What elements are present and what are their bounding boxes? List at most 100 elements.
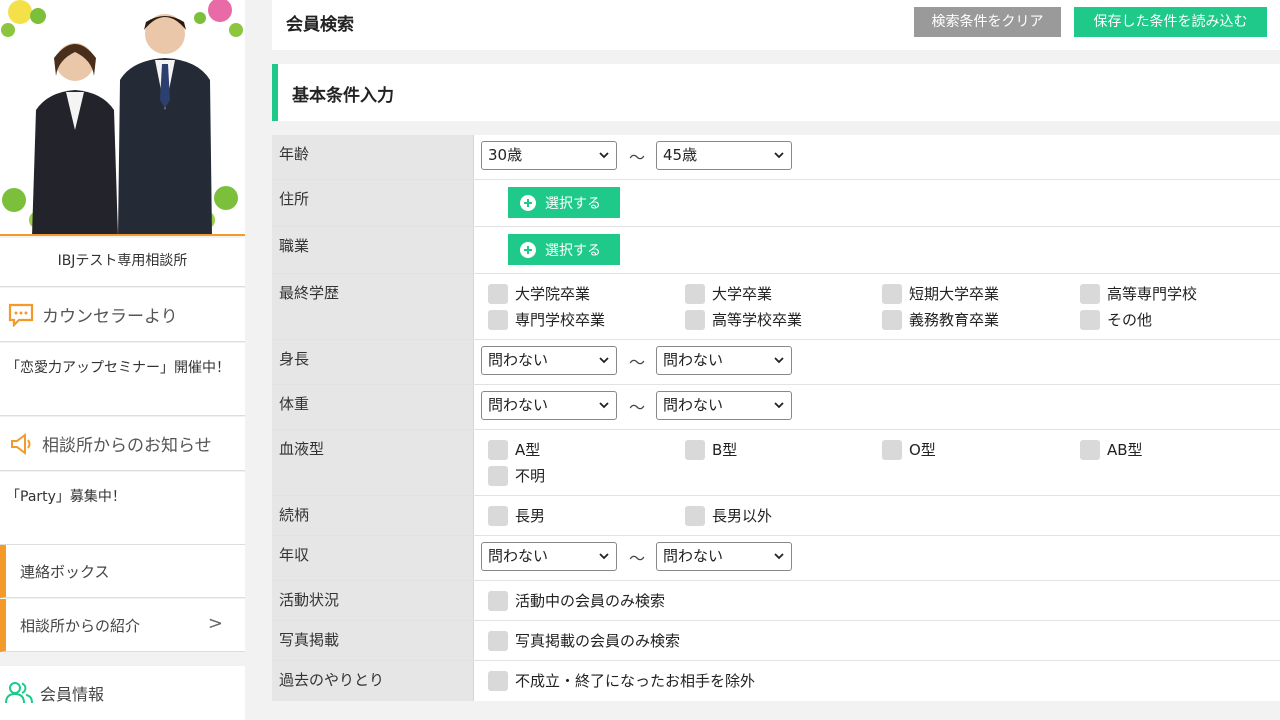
education-option[interactable]: 短期大学卒業 <box>882 283 999 304</box>
blood-type-option[interactable]: A型 <box>488 439 540 460</box>
page-header: 会員検索 検索条件をクリア 保存した条件を読み込む <box>272 0 1280 50</box>
history-row: 過去のやりとり 不成立・終了になったお相手を除外 <box>272 661 1280 701</box>
select-value: 問わない <box>663 547 724 565</box>
age-to-select[interactable]: 45歳 <box>656 141 792 170</box>
checkbox-label: AB型 <box>1107 441 1143 459</box>
education-option[interactable]: 義務教育卒業 <box>882 309 999 330</box>
age-from-select[interactable]: 30歳 <box>481 141 617 170</box>
sibling-option[interactable]: 長男 <box>488 505 545 526</box>
education-option[interactable]: その他 <box>1080 309 1152 330</box>
checkbox-label: 高等学校卒業 <box>712 311 803 329</box>
activity-row: 活動状況 活動中の会員のみ検索 <box>272 581 1280 621</box>
chevron-down-icon <box>774 152 784 159</box>
checkbox[interactable] <box>685 505 705 526</box>
office-name: IBJテスト専用相談所 <box>0 238 245 287</box>
checkbox[interactable] <box>488 505 508 526</box>
checkbox-label: その他 <box>1107 311 1153 329</box>
height-to-select[interactable]: 問わない <box>656 346 792 375</box>
counselor-header-label: カウンセラーより <box>42 307 178 327</box>
occupation-select-button[interactable]: 選択する <box>508 234 620 265</box>
checkbox[interactable] <box>488 439 508 460</box>
field-label: 続柄 <box>272 496 474 535</box>
education-option[interactable]: 大学院卒業 <box>488 283 590 304</box>
weight-from-select[interactable]: 問わない <box>481 391 617 420</box>
blood-type-option[interactable]: AB型 <box>1080 439 1143 460</box>
clear-conditions-button[interactable]: 検索条件をクリア <box>914 7 1061 37</box>
education-option[interactable]: 専門学校卒業 <box>488 309 605 330</box>
sidebar-item-member-info[interactable]: 会員情報 <box>0 666 245 720</box>
checkbox[interactable] <box>882 439 902 460</box>
height-from-select[interactable]: 問わない <box>481 346 617 375</box>
checkbox[interactable] <box>882 309 902 330</box>
checkbox[interactable] <box>488 465 508 486</box>
checkbox-label: O型 <box>909 441 936 459</box>
chevron-right-icon: > <box>207 613 223 634</box>
counselor-message[interactable]: 「恋愛力アップセミナー」開催中！ <box>0 343 245 416</box>
blood-type-option[interactable]: B型 <box>685 439 737 460</box>
section-header: 基本条件入力 <box>272 64 1280 121</box>
load-saved-conditions-button[interactable]: 保存した条件を読み込む <box>1074 7 1267 37</box>
checkbox[interactable] <box>488 283 508 304</box>
field-label: 血液型 <box>272 430 474 495</box>
checkbox-label: A型 <box>515 441 541 459</box>
range-separator: 〜 <box>629 353 646 372</box>
checkbox[interactable] <box>488 309 508 330</box>
checkbox[interactable] <box>488 630 508 651</box>
weight-to-select[interactable]: 問わない <box>656 391 792 420</box>
exclude-ended-option[interactable]: 不成立・終了になったお相手を除外 <box>488 670 755 691</box>
checkbox[interactable] <box>1080 439 1100 460</box>
checkbox[interactable] <box>882 283 902 304</box>
notice-header-label: 相談所からのお知らせ <box>42 436 212 456</box>
checkbox-label: 不明 <box>515 467 546 485</box>
age-row: 年齢 30歳 〜 45歳 <box>272 135 1280 180</box>
checkbox[interactable] <box>685 309 705 330</box>
blood-type-option[interactable]: O型 <box>882 439 936 460</box>
chevron-down-icon <box>599 402 609 409</box>
checkbox[interactable] <box>685 439 705 460</box>
sidebar-item-contact-box[interactable]: 連絡ボックス <box>0 545 245 598</box>
checkbox-label: 不成立・終了になったお相手を除外 <box>515 672 756 690</box>
income-to-select[interactable]: 問わない <box>656 542 792 571</box>
notice-message[interactable]: 「Party」募集中！ <box>0 472 245 545</box>
checkbox[interactable] <box>685 283 705 304</box>
field-label: 最終学歴 <box>272 274 474 339</box>
sibling-option[interactable]: 長男以外 <box>685 505 772 526</box>
field-label: 年齢 <box>272 135 474 179</box>
blood-type-option[interactable]: 不明 <box>488 465 545 486</box>
income-from-select[interactable]: 問わない <box>481 542 617 571</box>
chevron-down-icon <box>774 357 784 364</box>
range-separator: 〜 <box>629 398 646 417</box>
occupation-row: 職業 選択する <box>272 227 1280 274</box>
height-row: 身長 問わない 〜 問わない <box>272 340 1280 385</box>
checkbox[interactable] <box>488 670 508 691</box>
chevron-down-icon <box>599 152 609 159</box>
checkbox[interactable] <box>488 590 508 611</box>
address-row: 住所 選択する <box>272 180 1280 227</box>
education-row: 最終学歴 大学院卒業 大学卒業 短期大学卒業 高等専門学校 専門学校卒業 高等学… <box>272 274 1280 340</box>
button-label: 選択する <box>545 195 601 212</box>
photo-members-only-option[interactable]: 写真掲載の会員のみ検索 <box>488 630 680 651</box>
select-value: 問わない <box>663 351 724 369</box>
education-option[interactable]: 高等学校卒業 <box>685 309 802 330</box>
select-value: 問わない <box>488 351 549 369</box>
plus-circle-icon <box>520 194 536 211</box>
education-option[interactable]: 高等専門学校 <box>1080 283 1197 304</box>
member-info-label: 会員情報 <box>40 685 105 704</box>
education-option[interactable]: 大学卒業 <box>685 283 772 304</box>
range-separator: 〜 <box>629 148 646 167</box>
checkbox-label: 大学卒業 <box>712 285 773 303</box>
field-label: 写真掲載 <box>272 621 474 660</box>
chevron-down-icon <box>774 402 784 409</box>
checkbox-label: 長男 <box>515 507 546 525</box>
checkbox[interactable] <box>1080 283 1100 304</box>
active-members-only-option[interactable]: 活動中の会員のみ検索 <box>488 590 665 611</box>
checkbox[interactable] <box>1080 309 1100 330</box>
field-label: 住所 <box>272 180 474 226</box>
sidebar-item-introductions[interactable]: 相談所からの紹介 > <box>0 599 245 652</box>
checkbox-label: 長男以外 <box>712 507 773 525</box>
sidebar: IBJテスト専用相談所 カウンセラーより 「恋愛力アップセミナー」開催中！ 相談… <box>0 0 245 720</box>
checkbox-label: 大学院卒業 <box>515 285 591 303</box>
field-label: 年収 <box>272 536 474 580</box>
address-select-button[interactable]: 選択する <box>508 187 620 218</box>
sibling-row: 続柄 長男 長男以外 <box>272 496 1280 536</box>
